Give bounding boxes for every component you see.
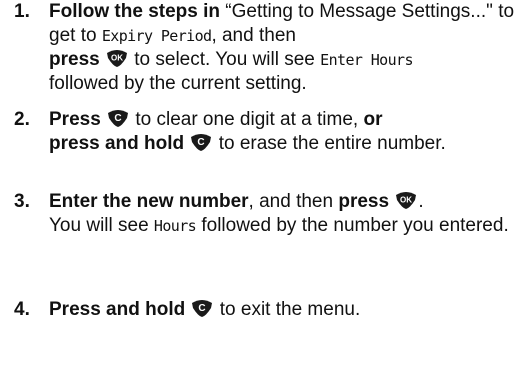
clear-key-icon: C <box>190 132 212 152</box>
step-lead: Follow the steps in <box>49 1 221 22</box>
step-text: Follow the steps in “Getting to Message … <box>49 1 515 94</box>
lcd-text-expiry-period: Expiry Period <box>101 27 212 45</box>
clear-key-label: C <box>114 113 121 124</box>
section-reference: “Getting to Message Settings..." <box>225 1 493 22</box>
clear-key-label: C <box>198 137 205 148</box>
step-text: Enter the new number, and then press OK … <box>49 190 509 236</box>
clear-key-icon: C <box>107 108 129 128</box>
step-text: Press C to clear one digit at a time, or… <box>49 108 446 154</box>
ok-key-label: OK <box>400 196 412 205</box>
ok-key-label: OK <box>111 54 123 63</box>
step-number: 1. <box>14 1 30 22</box>
ok-key-icon: OK <box>106 48 128 68</box>
step-text: Press and hold C to exit the menu. <box>49 298 361 320</box>
step-number: 4. <box>14 299 30 320</box>
ok-key-icon: OK <box>395 190 417 210</box>
lcd-text-hours: Hours <box>153 217 197 235</box>
instruction-document: 1. Follow the steps in “Getting to Messa… <box>0 0 532 373</box>
clear-key-icon: C <box>191 298 213 318</box>
clear-key-label: C <box>199 303 206 314</box>
step-number: 3. <box>14 191 30 212</box>
lcd-text-enter-hours: Enter Hours <box>320 51 413 69</box>
step-number: 2. <box>14 109 30 130</box>
